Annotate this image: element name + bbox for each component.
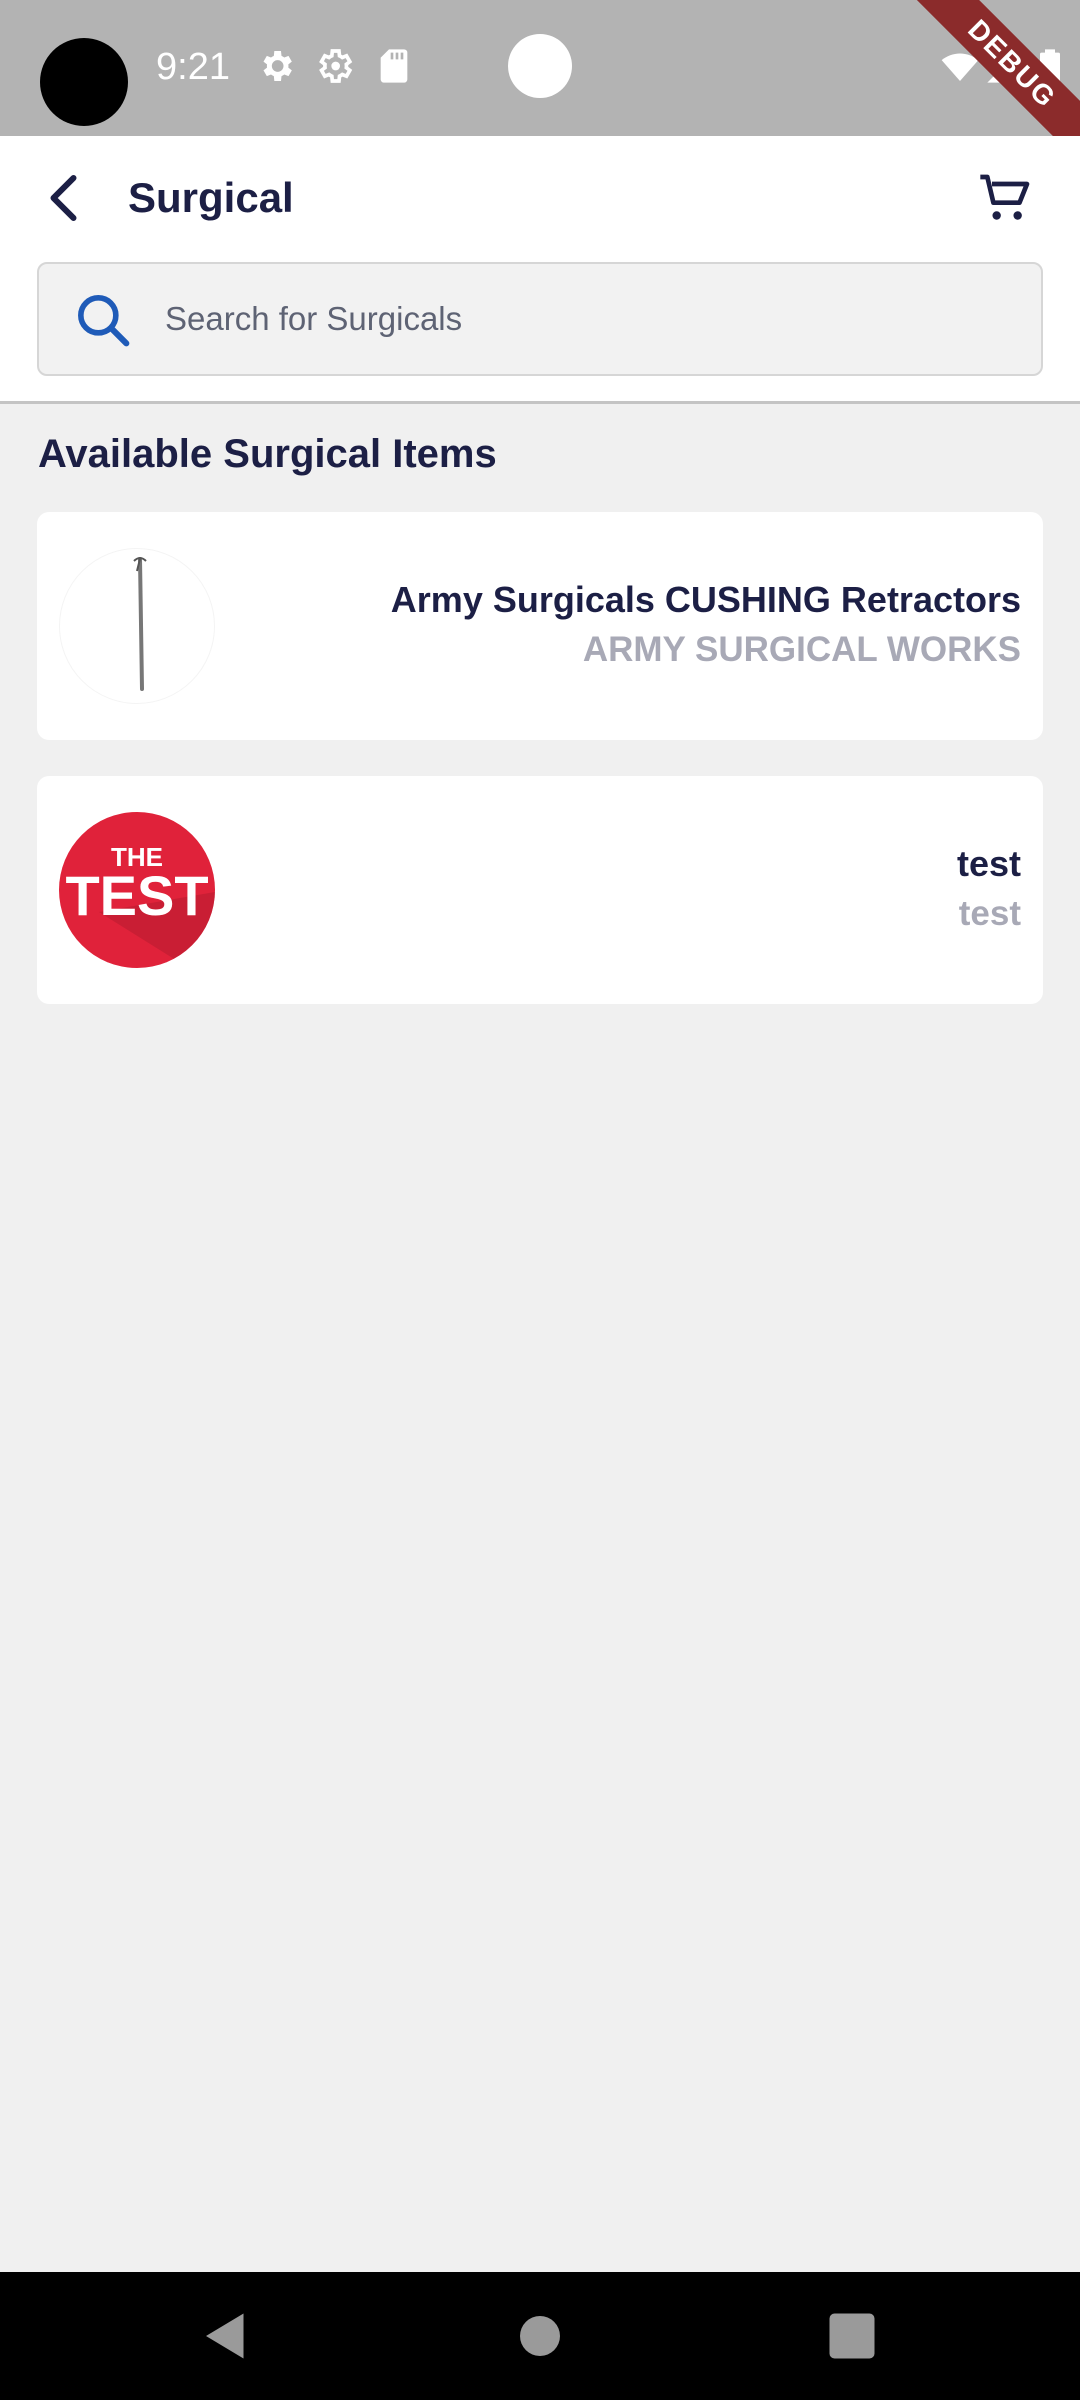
settings-icon: [263, 51, 292, 81]
search-input[interactable]: [165, 264, 1005, 374]
product-card[interactable]: Army Surgicals CUSHING Retractors ARMY S…: [37, 512, 1043, 740]
nav-back-icon[interactable]: [196, 2306, 256, 2366]
system-nav-bar: [0, 2272, 1080, 2400]
app-bar: Surgical: [0, 136, 1080, 404]
product-name: test: [956, 843, 1021, 884]
cart-icon[interactable]: [978, 170, 1034, 226]
status-bar: 9:21 DEBUG: [0, 0, 1080, 136]
product-brand: ARMY SURGICAL WORKS: [582, 630, 1021, 669]
section-title: Available Surgical Items: [38, 432, 497, 476]
sd-card-icon: [380, 49, 408, 83]
logo-text-test: TEST: [65, 864, 208, 927]
nav-home-icon[interactable]: [510, 2306, 570, 2366]
back-arrow-icon[interactable]: [36, 166, 96, 230]
settings-outline-icon: [319, 49, 353, 83]
product-name: Army Surgicals CUSHING Retractors: [390, 579, 1021, 620]
status-time: 9:21: [156, 46, 230, 88]
search-icon: [78, 295, 130, 347]
nav-recents-icon[interactable]: [822, 2306, 882, 2366]
product-brand: test: [958, 894, 1021, 933]
front-sensor: [508, 34, 572, 98]
test-logo-image: THE TEST: [59, 812, 215, 968]
page-title: Surgical: [128, 174, 294, 221]
product-card[interactable]: THE TEST test test: [37, 776, 1043, 1004]
camera-cutout: [40, 38, 128, 126]
retractor-image: [59, 548, 215, 704]
search-bar[interactable]: [37, 262, 1043, 376]
